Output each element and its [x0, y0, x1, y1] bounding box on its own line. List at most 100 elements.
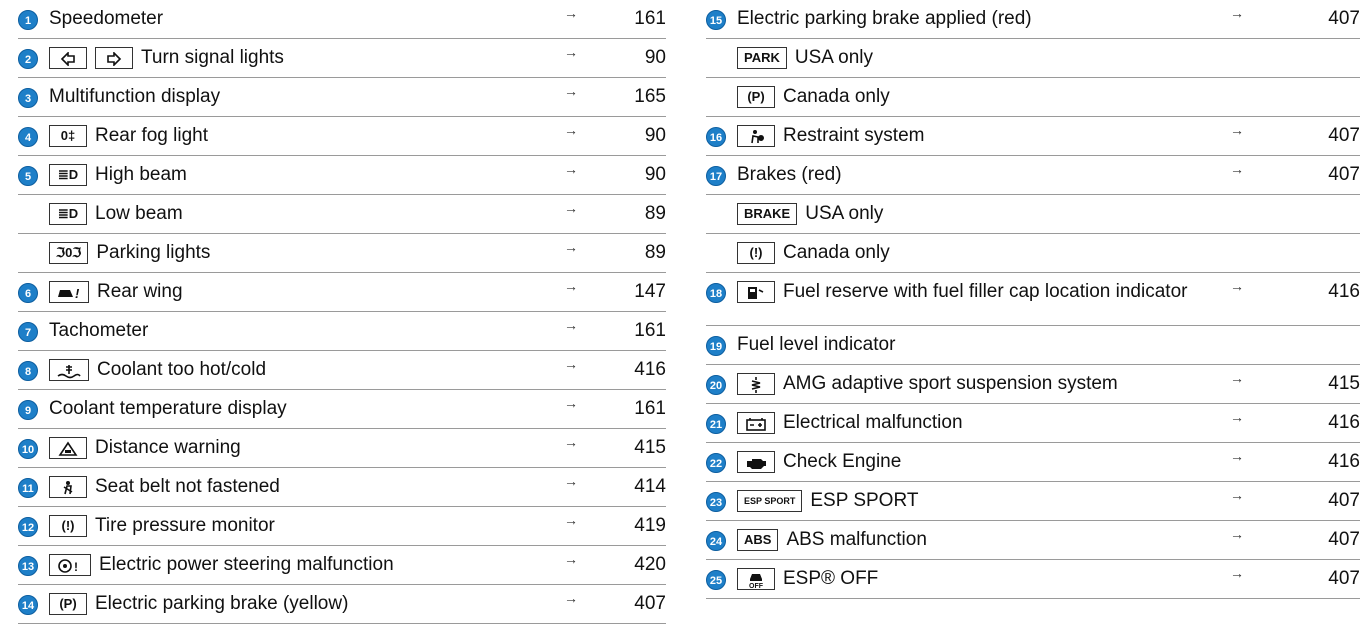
page-reference-arrow-icon: → [564, 395, 578, 411]
callout-number-badge: 20 [706, 375, 726, 395]
page-reference-number[interactable]: 161 [634, 398, 666, 420]
legend-item: ≣D Low beam [49, 203, 556, 225]
legend-label: Parking lights [96, 242, 211, 263]
page-reference-number[interactable]: 90 [645, 47, 666, 69]
legend-label: Seat belt not fastened [95, 476, 280, 497]
page-reference-number[interactable]: 90 [645, 164, 666, 186]
legend-row: PARK USA only [706, 39, 1360, 78]
page-reference-number[interactable]: 415 [1328, 373, 1360, 395]
page-reference-number[interactable]: 415 [634, 437, 666, 459]
legend-label: Electric parking brake (yellow) [95, 593, 349, 614]
page-reference-number[interactable]: 89 [645, 203, 666, 225]
callout-number-badge: 23 [706, 492, 726, 512]
legend-row: 15 Electric parking brake applied (red) → 4… [706, 0, 1360, 39]
callout-number-badge: 17 [706, 166, 726, 186]
legend-item: Seat belt not fastened [49, 476, 556, 498]
legend-label: Electric power steering malfunction [99, 554, 394, 575]
instrument-cluster-legend: 1 Speedometer → 161 2 Turn signal lights → 90 3 M… [0, 0, 1370, 624]
turn-right-arrow-icon [95, 47, 133, 69]
legend-item: (!) Canada only [737, 242, 1250, 264]
page-reference-number[interactable]: 414 [634, 476, 666, 498]
legend-item: ≣D High beam [49, 164, 556, 186]
legend-label: Coolant too hot/cold [97, 359, 267, 380]
page-reference-number[interactable]: 416 [634, 359, 666, 381]
warning-circle-icon: (!) [737, 242, 775, 264]
legend-item: Check Engine [737, 451, 1250, 473]
legend-label: Restraint system [783, 125, 925, 146]
callout-number-badge: 9 [18, 400, 38, 420]
legend-row: (!) Canada only [706, 234, 1360, 273]
page-reference-number[interactable]: 165 [634, 86, 666, 108]
legend-label: Canada only [783, 86, 890, 107]
beam-icon: ≣D [49, 203, 87, 225]
page-reference-number[interactable]: 420 [634, 554, 666, 576]
page-reference-number[interactable]: 416 [1328, 451, 1360, 473]
legend-label: Fuel level indicator [737, 334, 896, 355]
rear-fog-light-icon: 0‡ [49, 125, 87, 147]
legend-item: Speedometer [49, 8, 556, 30]
legend-item: Fuel level indicator [737, 334, 1250, 356]
legend-item: ABS ABS malfunction [737, 529, 1250, 551]
callout-number-badge: 4 [18, 127, 38, 147]
legend-label: Canada only [783, 242, 890, 263]
page-reference-arrow-icon: → [1230, 565, 1244, 581]
legend-row: 23 ESP SPORT ESP SPORT → 407 [706, 482, 1360, 521]
page-reference-arrow-icon: → [564, 551, 578, 567]
page-reference-number[interactable]: 416 [1328, 412, 1360, 434]
legend-row: 14 (P) Electric parking brake (yellow) → 407 [18, 585, 666, 624]
legend-row: 19 Fuel level indicator [706, 326, 1360, 365]
page-reference-arrow-icon: → [564, 512, 578, 528]
page-reference-number[interactable]: 407 [634, 593, 666, 615]
callout-number-badge: 22 [706, 453, 726, 473]
legend-row: 2 Turn signal lights → 90 [18, 39, 666, 78]
page-reference-arrow-icon: → [564, 44, 578, 60]
page-reference-number[interactable]: 407 [1328, 490, 1360, 512]
callout-number-badge: 15 [706, 10, 726, 30]
brake-icon: BRAKE [737, 203, 798, 225]
legend-item: Brakes (red) [737, 164, 1250, 186]
legend-item: Coolant too hot/cold [49, 359, 556, 381]
page-reference-number[interactable]: 416 [1328, 281, 1360, 303]
page-reference-number[interactable]: 407 [1328, 8, 1360, 30]
legend-row: 17 Brakes (red) → 407 [706, 156, 1360, 195]
legend-label: Tachometer [49, 320, 149, 341]
legend-row: 22 Check Engine → 416 [706, 443, 1360, 482]
page-reference-number[interactable]: 147 [634, 281, 666, 303]
callout-number-badge: 12 [18, 517, 38, 537]
callout-number-badge: 5 [18, 166, 38, 186]
callout-number-badge: 6 [18, 283, 38, 303]
page-reference-number[interactable]: 407 [1328, 529, 1360, 551]
legend-item: Multifunction display [49, 86, 556, 108]
page-reference-number[interactable]: 407 [1328, 568, 1360, 590]
page-reference-number[interactable]: 407 [1328, 164, 1360, 186]
page-reference-number[interactable]: 161 [634, 320, 666, 342]
legend-row: 13! Electric power steering malfunction → 4… [18, 546, 666, 585]
svg-text:OFF: OFF [749, 583, 764, 589]
page-reference-number[interactable]: 90 [645, 125, 666, 147]
legend-item: (P) Electric parking brake (yellow) [49, 593, 556, 615]
callout-number-badge: 1 [18, 10, 38, 30]
page-reference-number[interactable]: 89 [645, 242, 666, 264]
svg-text:!: ! [75, 286, 80, 301]
distance-warning-icon [49, 437, 87, 459]
restraint-system-icon [737, 125, 775, 147]
page-reference-number[interactable]: 161 [634, 8, 666, 30]
legend-item: BRAKE USA only [737, 203, 1250, 225]
legend-left-column: 1 Speedometer → 161 2 Turn signal lights → 90 3 M… [18, 0, 666, 624]
callout-number-badge: 10 [18, 439, 38, 459]
legend-row: 8 Coolant too hot/cold → 416 [18, 351, 666, 390]
callout-number-badge: 13 [18, 556, 38, 576]
callout-number-badge: 25 [706, 570, 726, 590]
legend-item: ℑ0ℑ Parking lights [49, 242, 556, 264]
legend-item: ESP SPORT ESP SPORT [737, 490, 1250, 512]
page-reference-arrow-icon: → [564, 200, 578, 216]
page-reference-number[interactable]: 407 [1328, 125, 1360, 147]
legend-row: 1 Speedometer → 161 [18, 0, 666, 39]
legend-right-column: 15 Electric parking brake applied (red) → 4… [706, 0, 1360, 599]
page-reference-number[interactable]: 419 [634, 515, 666, 537]
esp-off-icon: OFF [737, 568, 775, 590]
legend-item: Electrical malfunction [737, 412, 1250, 434]
legend-item: ! Rear wing [49, 281, 556, 303]
legend-label: Coolant temperature display [49, 398, 287, 419]
page-reference-arrow-icon: → [564, 317, 578, 333]
